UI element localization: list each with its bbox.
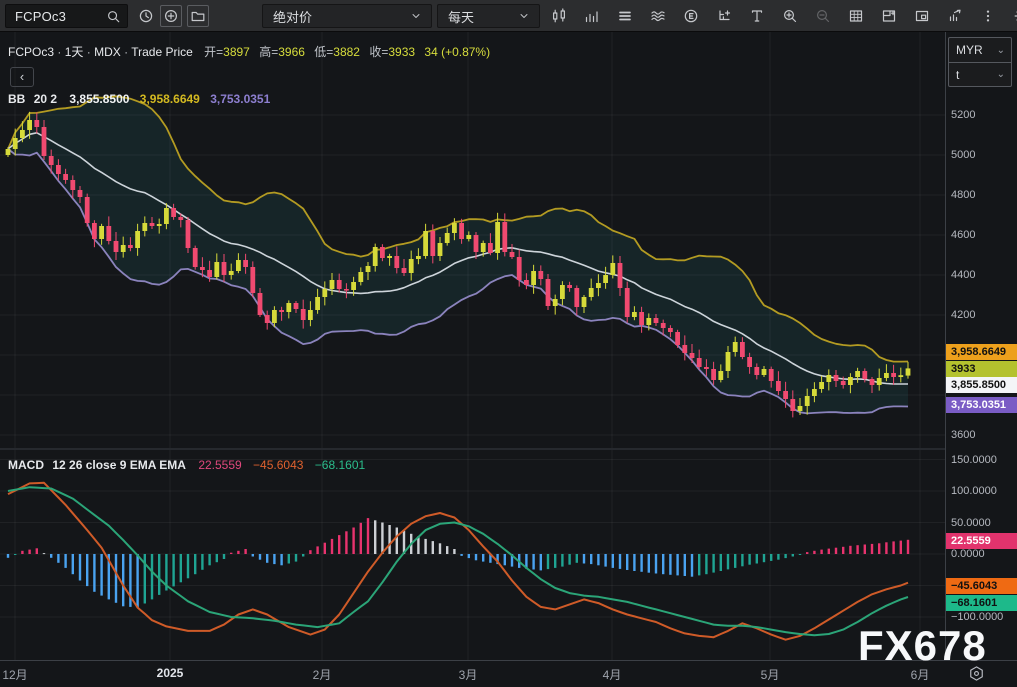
toolbar-icon-strip: 17 [548,5,1017,27]
price-axis-tick: 150.0000 [951,453,997,467]
axis-horizontal-separator [0,660,1017,661]
zoom-out-icon[interactable] [812,5,834,27]
time-axis-label: 2025 [157,666,184,680]
change-value: 34 (+0.87%) [424,45,490,59]
bar-chart-compare-icon[interactable] [581,5,603,27]
time-axis-label: 3月 [459,666,478,683]
legend-series-type: Trade Price [131,45,193,59]
chevron-down-icon: ⌄ [997,69,1005,80]
zoom-in-icon[interactable] [779,5,801,27]
price-axis-tick: −100.0000 [951,610,1003,624]
top-toolbar: FCPOc3 绝对价 每天 17 [0,0,1017,32]
macd-params: 12 26 close 9 EMA EMA [52,458,186,472]
chart-export-icon[interactable] [944,5,966,27]
price-axis-tick: 0.0000 [951,547,985,561]
time-axis-label: 4月 [603,666,622,683]
chevron-down-icon [517,5,531,27]
currency-dropdown[interactable]: MYR ⌄ [949,38,1011,62]
axis-settings-icon[interactable] [968,665,985,687]
macd-canvas[interactable] [0,450,945,660]
macd-hist-value: 22.5559 [198,458,241,472]
unit-label: t [956,68,959,82]
price-scale-mode-label: 绝对价 [273,7,409,26]
price-axis-tick: 4400 [951,268,975,282]
price-axis-tick: 5000 [951,148,975,162]
bb-name: BB [8,92,25,106]
circled-e-icon[interactable] [680,5,702,27]
interval-dropdown[interactable]: 每天 [437,4,540,28]
kebab-menu-icon[interactable] [977,5,999,27]
price-axis-tick: 50.0000 [951,516,991,530]
legend-collapse-button[interactable]: ‹ [10,67,34,87]
macd-hist-axis-label: 22.5559 [946,533,1017,549]
bb-lower-price-label: 3,753.0351 [946,397,1017,413]
add-circle-icon[interactable] [160,5,182,27]
price-axis-tick: 100.0000 [951,484,997,498]
chevron-down-icon: ⌄ [997,45,1005,56]
settings-gear-icon[interactable] [1010,5,1017,27]
legend-interval: 1天 [65,45,84,59]
macd-name: MACD [8,458,44,472]
low-label: 低= [314,45,333,59]
rows-list-icon[interactable] [614,5,636,27]
low-value: 3882 [333,45,360,59]
indicators-waves-icon[interactable] [647,5,669,27]
chevron-left-icon: ‹ [20,69,24,84]
symbol-search-input[interactable]: FCPOc3 [5,4,128,28]
clock-icon[interactable] [135,5,157,27]
macd-pane[interactable] [0,450,945,660]
price-axis-tick: 4600 [951,228,975,242]
symbol-text: FCPOc3 [15,9,105,24]
price-scale-mode-dropdown[interactable]: 绝对价 [262,4,432,28]
legend-symbol: FCPOc3 [8,45,54,59]
tradingview-chart-window: FCPOc3 绝对价 每天 17 FCPOc3 · [0,0,1017,687]
main-series-legend[interactable]: FCPOc3 · 1天 · MDX · Trade Price 开=3897 高… [8,43,490,60]
macd-signal-value: −68.1601 [315,458,365,472]
last-price-label: 3933 [946,361,1017,377]
time-axis-label: 5月 [761,666,780,683]
time-axis-label: 6月 [911,666,930,683]
currency-label: MYR [956,43,983,57]
high-value: 3966 [278,45,305,59]
price-axis-tick: 4200 [951,308,975,322]
grid-table-icon[interactable] [845,5,867,27]
bb-basis-value: 3,855.8500 [69,92,129,106]
candlestick-style-icon[interactable] [548,5,570,27]
folder-icon[interactable] [187,5,209,27]
chevron-down-icon [409,5,423,27]
close-label: 收= [369,45,388,59]
unit-dropdown[interactable]: t ⌄ [949,62,1011,86]
legend-exchange: MDX [94,45,121,59]
measure-icon[interactable] [713,5,735,27]
price-axis-tick: 5200 [951,108,975,122]
time-axis-label: 2月 [313,666,332,683]
interval-label: 每天 [448,7,517,26]
macd-line-value: −45.6043 [253,458,303,472]
bb-lower-value: 3,753.0351 [210,92,270,106]
axis-unit-selector: MYR ⌄ t ⌄ [948,37,1012,87]
bb-upper-price-label: 3,958.6649 [946,344,1017,360]
right-price-axis[interactable]: MYR ⌄ t ⌄ 5200 5000 4800 4600 4400 4200 3600 15… [946,32,1017,660]
price-axis-tick: 4800 [951,188,975,202]
high-label: 高= [259,45,278,59]
macd-line-axis-label: −45.6043 [946,578,1017,594]
text-tool-icon[interactable] [746,5,768,27]
close-value: 3933 [388,45,415,59]
price-axis-tick: 3600 [951,428,975,442]
open-value: 3897 [223,45,250,59]
bb-params: 20 2 [34,92,57,106]
time-axis[interactable]: 12月 2025 2月 3月 4月 5月 6月 [0,661,945,687]
pip-window-icon[interactable] [911,5,933,27]
layout-add-icon[interactable] [878,5,900,27]
bb-basis-price-label: 3,855.8500 [946,377,1017,393]
macd-legend[interactable]: MACD 12 26 close 9 EMA EMA 22.5559 −45.6… [8,458,365,472]
time-axis-label: 12月 [2,666,27,683]
search-icon [105,8,121,24]
bb-upper-value: 3,958.6649 [140,92,200,106]
bollinger-legend[interactable]: BB 20 2 3,855.8500 3,958.6649 3,753.0351 [8,92,270,106]
open-label: 开= [204,45,223,59]
macd-signal-axis-label: −68.1601 [946,595,1017,611]
